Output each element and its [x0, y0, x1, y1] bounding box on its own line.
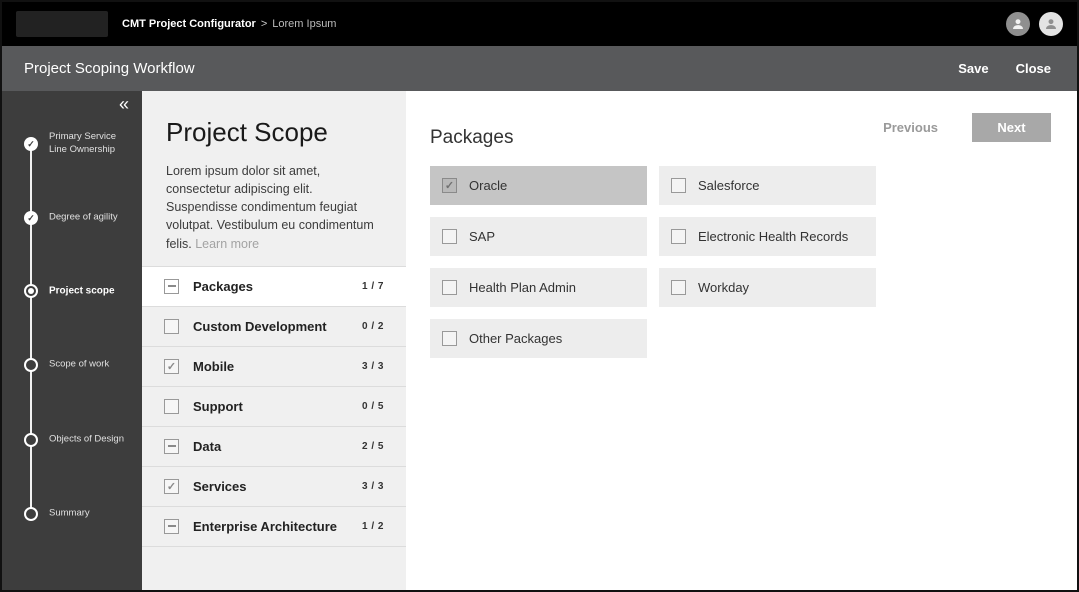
- profile-avatar-icon[interactable]: [1039, 12, 1063, 36]
- step-pending-icon: [24, 358, 38, 372]
- app-window: CMT Project Configurator > Lorem Ipsum Pro…: [0, 0, 1079, 592]
- checkbox-indeterminate-icon[interactable]: [164, 438, 179, 454]
- category-count: 0 / 5: [362, 400, 384, 412]
- category-label: Custom Development: [193, 318, 327, 334]
- category-count: 1 / 7: [362, 280, 384, 292]
- step-complete-icon: [24, 211, 38, 225]
- step-pending-icon: [24, 507, 38, 521]
- package-option-label: Electronic Health Records: [698, 229, 849, 244]
- options-grid: Oracle Salesforce SAP Electronic Health Rec…: [430, 166, 1077, 358]
- wizard-nav: Previous Next: [877, 113, 1051, 142]
- stepper-sidebar: « Primary Service Line Ownership Degree o…: [2, 91, 142, 590]
- stepper-item-primary-service-line-ownership[interactable]: Primary Service Line Ownership: [2, 131, 142, 155]
- category-row-support[interactable]: Support 0 / 5: [142, 387, 406, 427]
- stepper-line: [30, 144, 32, 514]
- category-count: 3 / 3: [362, 480, 384, 492]
- checkbox-unchecked-icon[interactable]: [442, 280, 457, 295]
- category-count: 2 / 5: [362, 440, 384, 452]
- category-list: Packages 1 / 7 Custom Development 0 / 2 Mobi…: [142, 265, 406, 547]
- category-count: 0 / 2: [362, 320, 384, 332]
- step-current-icon: [24, 284, 38, 298]
- content-area: « Primary Service Line Ownership Degree o…: [2, 91, 1077, 590]
- checkbox-unchecked-icon[interactable]: [442, 331, 457, 346]
- stepper-item-degree-of-agility[interactable]: Degree of agility: [2, 211, 142, 225]
- project-scope-panel: Project Scope Lorem ipsum dolor sit amet…: [142, 91, 406, 590]
- package-option-salesforce[interactable]: Salesforce: [659, 166, 876, 205]
- category-row-mobile[interactable]: Mobile 3 / 3: [142, 347, 406, 387]
- top-bar: CMT Project Configurator > Lorem Ipsum: [2, 2, 1077, 46]
- learn-more-link[interactable]: Learn more: [195, 237, 259, 251]
- close-button[interactable]: Close: [1016, 61, 1051, 76]
- step-pending-icon: [24, 433, 38, 447]
- package-option-oracle[interactable]: Oracle: [430, 166, 647, 205]
- checkbox-checked-icon[interactable]: [164, 478, 179, 494]
- package-option-label: Salesforce: [698, 178, 760, 193]
- package-option-label: Workday: [698, 280, 750, 295]
- checkbox-unchecked-icon[interactable]: [164, 398, 179, 414]
- category-row-packages[interactable]: Packages 1 / 7: [142, 266, 406, 307]
- breadcrumb-separator: >: [260, 18, 268, 30]
- step-label: Objects of Design: [49, 433, 124, 445]
- category-label: Support: [193, 398, 243, 414]
- checkbox-unchecked-icon[interactable]: [442, 229, 457, 244]
- checkbox-indeterminate-icon[interactable]: [164, 518, 179, 534]
- header-actions: Save Close: [958, 61, 1051, 76]
- package-option-label: Oracle: [469, 178, 508, 193]
- category-row-data[interactable]: Data 2 / 5: [142, 427, 406, 467]
- user-avatar-icon[interactable]: [1006, 12, 1030, 36]
- step-label: Primary Service Line Ownership: [49, 131, 117, 155]
- stepper-item-summary[interactable]: Summary: [2, 507, 142, 521]
- stepper-item-objects-of-design[interactable]: Objects of Design: [2, 433, 142, 447]
- previous-button[interactable]: Previous: [877, 119, 944, 136]
- package-option-sap[interactable]: SAP: [430, 217, 647, 256]
- breadcrumb-app[interactable]: CMT Project Configurator: [122, 18, 256, 30]
- breadcrumb: CMT Project Configurator > Lorem Ipsum: [122, 18, 336, 30]
- package-option-label: Health Plan Admin: [469, 280, 576, 295]
- collapse-sidebar-icon[interactable]: «: [119, 95, 129, 113]
- next-button[interactable]: Next: [972, 113, 1051, 142]
- package-option-health-plan-admin[interactable]: Health Plan Admin: [430, 268, 647, 307]
- stepper-item-project-scope[interactable]: Project scope: [2, 284, 142, 298]
- checkbox-unchecked-icon[interactable]: [671, 178, 686, 193]
- save-button[interactable]: Save: [958, 61, 988, 76]
- checkbox-unchecked-icon[interactable]: [671, 229, 686, 244]
- checkbox-checked-icon[interactable]: [442, 178, 457, 193]
- package-option-label: Other Packages: [469, 331, 563, 346]
- step-label: Project scope: [49, 285, 115, 297]
- category-count: 3 / 3: [362, 360, 384, 372]
- step-label: Summary: [49, 507, 90, 519]
- package-option-label: SAP: [469, 229, 496, 244]
- stepper-item-scope-of-work[interactable]: Scope of work: [2, 358, 142, 372]
- category-label: Services: [193, 478, 247, 494]
- checkbox-unchecked-icon[interactable]: [671, 280, 686, 295]
- page-title: Project Scoping Workflow: [24, 60, 195, 77]
- checkbox-indeterminate-icon[interactable]: [164, 278, 179, 294]
- package-option-other-packages[interactable]: Other Packages: [430, 319, 647, 358]
- package-option-electronic-health-records[interactable]: Electronic Health Records: [659, 217, 876, 256]
- panel-title: Project Scope: [166, 117, 328, 147]
- category-label: Packages: [193, 278, 253, 294]
- category-row-custom-development[interactable]: Custom Development 0 / 2: [142, 307, 406, 347]
- checkbox-unchecked-icon[interactable]: [164, 318, 179, 334]
- category-row-enterprise-architecture[interactable]: Enterprise Architecture 1 / 2: [142, 507, 406, 547]
- company-logo: [16, 11, 108, 37]
- breadcrumb-page: Lorem Ipsum: [272, 18, 337, 30]
- category-label: Data: [193, 438, 222, 454]
- category-label: Enterprise Architecture: [193, 518, 338, 534]
- topbar-actions: [1006, 12, 1063, 36]
- step-label: Degree of agility: [49, 211, 118, 223]
- category-row-services[interactable]: Services 3 / 3: [142, 467, 406, 507]
- category-count: 1 / 2: [362, 520, 384, 532]
- main-area: Previous Next Packages OracleSalesforceS…: [406, 91, 1077, 590]
- checkbox-checked-icon[interactable]: [164, 358, 179, 374]
- step-label: Scope of work: [49, 358, 110, 370]
- package-option-workday[interactable]: Workday: [659, 268, 876, 307]
- workflow-header: Project Scoping Workflow Save Close: [2, 46, 1077, 91]
- panel-description: Lorem ipsum dolor sit amet, consectetur …: [166, 162, 382, 253]
- step-complete-icon: [24, 137, 38, 151]
- category-label: Mobile: [193, 358, 235, 374]
